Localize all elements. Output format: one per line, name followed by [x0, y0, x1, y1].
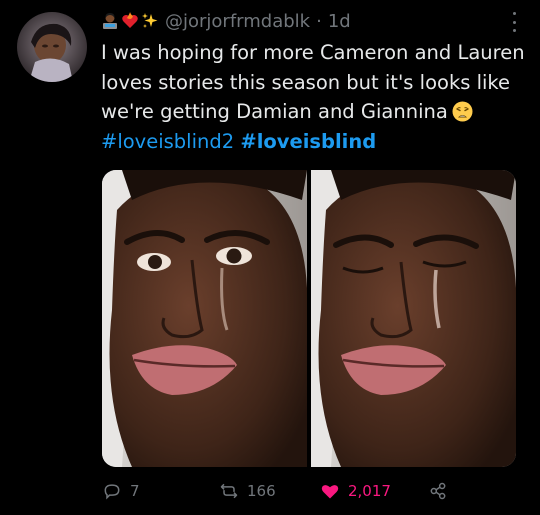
- media-photo[interactable]: [311, 170, 516, 467]
- reply-count: 7: [130, 482, 140, 500]
- retweet-button[interactable]: 166: [219, 481, 276, 501]
- like-button[interactable]: 2,017: [320, 481, 391, 501]
- separator-dot: ·: [316, 10, 322, 32]
- woman-technologist-emoji-icon: [101, 12, 119, 30]
- timestamp[interactable]: 1d: [328, 11, 351, 32]
- tweet-actions: 7 166 2,017: [102, 478, 482, 504]
- share-icon: [430, 482, 446, 500]
- tweet-header: @jorjorfrmdablk · 1d: [101, 8, 351, 34]
- reply-button[interactable]: 7: [102, 481, 140, 501]
- avatar[interactable]: [17, 12, 87, 82]
- share-button[interactable]: [428, 481, 448, 501]
- tweet-media[interactable]: [102, 170, 516, 467]
- fire-heart-emoji-icon: [121, 12, 139, 30]
- reply-icon: [104, 484, 120, 500]
- heart-icon: [321, 485, 339, 499]
- hashtag-link[interactable]: #loveisblind: [240, 130, 376, 153]
- tweet-card[interactable]: @jorjorfrmdablk · 1d I was hoping for mo…: [0, 0, 540, 515]
- user-handle[interactable]: @jorjorfrmdablk: [165, 11, 310, 32]
- header-emojis: [101, 12, 159, 30]
- like-count: 2,017: [348, 482, 391, 500]
- media-photo[interactable]: [102, 170, 307, 467]
- retweet-icon: [220, 483, 238, 499]
- sparkles-emoji-icon: [141, 12, 159, 30]
- tweet-text: I was hoping for more Cameron and Lauren…: [101, 38, 526, 156]
- weary-face-emoji-icon: [452, 101, 473, 122]
- more-options-icon[interactable]: [510, 12, 518, 32]
- hashtag-link[interactable]: #loveisblind2: [101, 130, 234, 153]
- retweet-count: 166: [247, 482, 276, 500]
